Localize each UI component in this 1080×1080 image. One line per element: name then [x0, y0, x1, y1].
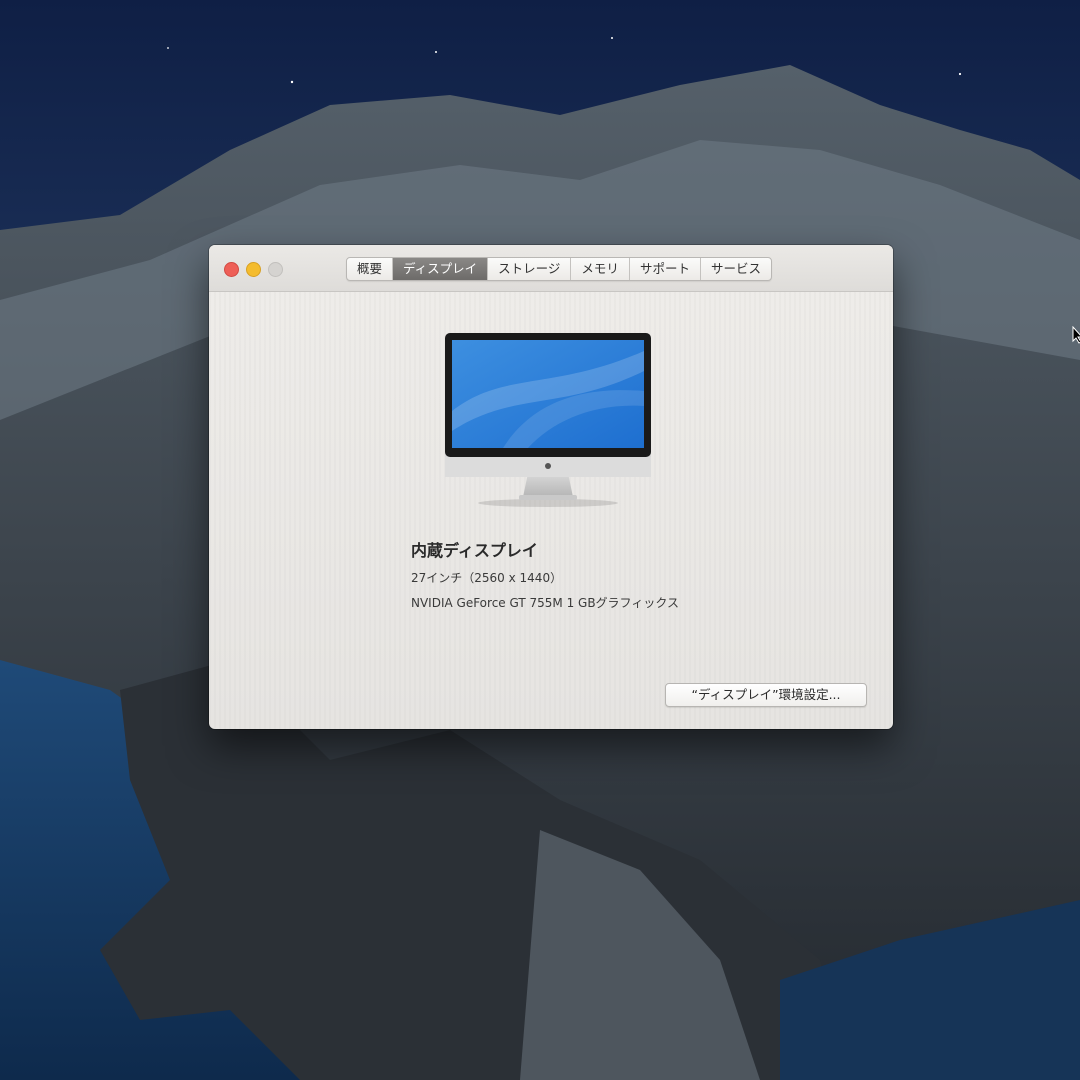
- zoom-button[interactable]: [268, 262, 283, 277]
- close-button[interactable]: [224, 262, 239, 277]
- mouse-cursor-icon: [1072, 325, 1080, 344]
- tab-support[interactable]: サポート: [630, 258, 701, 280]
- display-gpu: NVIDIA GeForce GT 755M 1 GBグラフィックス: [411, 596, 679, 610]
- display-name: 内蔵ディスプレイ: [411, 541, 538, 560]
- tab-bar: 概要 ディスプレイ ストレージ メモリ サポート サービス: [346, 257, 772, 281]
- about-this-mac-window: 概要 ディスプレイ ストレージ メモリ サポート サービス 内蔵ディスプレイ 2…: [209, 245, 893, 729]
- display-preferences-button[interactable]: “ディスプレイ”環境設定...: [665, 683, 867, 707]
- tab-memory[interactable]: メモリ: [571, 258, 630, 280]
- minimize-button[interactable]: [246, 262, 261, 277]
- tab-storage[interactable]: ストレージ: [488, 258, 572, 280]
- tab-service[interactable]: サービス: [701, 258, 771, 280]
- tab-displays[interactable]: ディスプレイ: [393, 258, 489, 280]
- display-size: 27インチ（2560 x 1440）: [411, 571, 563, 585]
- tab-overview[interactable]: 概要: [347, 258, 394, 280]
- imac-icon: [443, 331, 653, 507]
- window-titlebar[interactable]: 概要 ディスプレイ ストレージ メモリ サポート サービス: [209, 245, 893, 292]
